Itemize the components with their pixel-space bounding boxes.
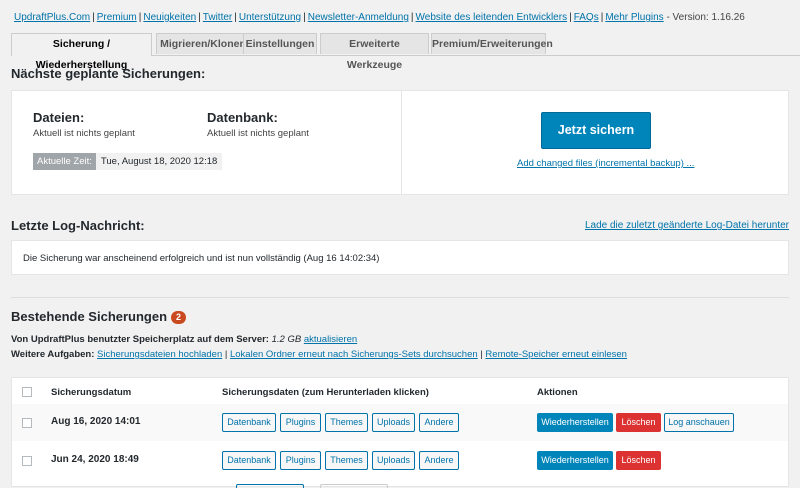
download-database-button[interactable]: Datenbank xyxy=(222,413,276,432)
version-text: - Version: 1.16.26 xyxy=(666,12,745,23)
tab-bar: Sicherung / Wiederherstellung Migrieren/… xyxy=(11,33,800,71)
section-divider xyxy=(11,297,789,298)
table-row: Jun 24, 2020 18:49 Datenbank Plugins The… xyxy=(12,442,788,479)
header-data: Sicherungsdaten (zum Herunterladen klick… xyxy=(222,387,429,398)
row-checkbox[interactable] xyxy=(22,418,32,428)
header-actions: Aktionen xyxy=(537,387,578,398)
delete-button[interactable]: Löschen xyxy=(616,413,661,432)
tab-migrate-clone[interactable]: Migrieren/Klonen xyxy=(156,33,250,54)
backups-table: Sicherungsdatum Sicherungsdaten (zum Her… xyxy=(11,377,789,488)
download-plugins-button[interactable]: Plugins xyxy=(280,413,321,432)
existing-backups-title: Bestehende Sicherungen xyxy=(11,309,168,324)
download-others-button[interactable]: Andere xyxy=(419,451,459,470)
log-panel: Die Sicherung war anscheinend erfolgreic… xyxy=(11,240,789,275)
current-time-value: Tue, August 18, 2020 12:18 xyxy=(95,153,223,170)
tab-settings[interactable]: Einstellungen xyxy=(243,33,317,54)
download-uploads-button[interactable]: Uploads xyxy=(372,413,415,432)
download-database-button[interactable]: Datenbank xyxy=(222,451,276,470)
top-links-bar: UpdraftPlus.Com | Premium | Neuigkeiten | Twit… xyxy=(14,12,745,23)
download-log-link[interactable]: Lade die zuletzt geänderte Log-Datei her… xyxy=(585,220,789,231)
scheduled-panel: Dateien: Aktuell ist nichts geplant Date… xyxy=(11,90,789,195)
current-time-badge: Aktuelle Zeit: Tue, August 18, 2020 12:1… xyxy=(33,153,223,170)
backup-now-button[interactable]: Jetzt sichern xyxy=(541,112,651,149)
link-twitter[interactable]: Twitter xyxy=(203,12,232,23)
link-lead-developer[interactable]: Website des leitenden Entwicklers xyxy=(416,12,568,23)
log-heading: Letzte Log-Nachricht: xyxy=(11,218,145,233)
view-log-button[interactable]: Log anschauen xyxy=(664,413,734,432)
restore-button[interactable]: Wiederherstellen xyxy=(537,451,613,470)
incremental-backup-link[interactable]: Add changed files (incremental backup) .… xyxy=(517,158,694,169)
tab-premium-extensions[interactable]: Premium/Erweiterungen xyxy=(431,33,553,54)
link-more-plugins[interactable]: Mehr Plugins xyxy=(605,12,663,23)
link-newsletter[interactable]: Newsletter-Anmeldung xyxy=(308,12,409,23)
backup-date: Jun 24, 2020 18:49 xyxy=(51,454,139,465)
panel-divider xyxy=(401,91,402,194)
db-status: Aktuell ist nichts geplant xyxy=(207,128,309,139)
download-uploads-button[interactable]: Uploads xyxy=(372,451,415,470)
cut-off-button[interactable] xyxy=(320,484,388,488)
download-others-button[interactable]: Andere xyxy=(419,413,459,432)
backup-date: Aug 16, 2020 14:01 xyxy=(51,416,141,427)
refresh-space-link[interactable]: aktualisieren xyxy=(304,334,357,345)
backup-count-badge: 2 xyxy=(171,311,187,324)
tab-backup-restore[interactable]: Sicherung / Wiederherstellung xyxy=(11,33,152,71)
link-faqs[interactable]: FAQs xyxy=(574,12,599,23)
cut-off-button[interactable] xyxy=(236,484,304,488)
row-checkbox[interactable] xyxy=(22,456,32,466)
scheduled-heading: Nächste geplante Sicherungen: xyxy=(11,66,206,81)
delete-button[interactable]: Löschen xyxy=(616,451,661,470)
select-all-checkbox[interactable] xyxy=(22,387,32,397)
log-message: Die Sicherung war anscheinend erfolgreic… xyxy=(23,253,380,264)
existing-backups-heading: Bestehende Sicherungen 2 xyxy=(11,309,187,324)
more-tasks-line: Weitere Aufgaben: Sicherungsdateien hoch… xyxy=(11,349,627,360)
files-heading: Dateien: xyxy=(33,110,85,125)
restore-button[interactable]: Wiederherstellen xyxy=(537,413,613,432)
tab-advanced-tools[interactable]: Erweiterte Werkzeuge xyxy=(320,33,429,71)
space-used-label: Von UpdraftPlus benutzter Speicherplatz … xyxy=(11,334,269,345)
link-premium[interactable]: Premium xyxy=(97,12,137,23)
more-tasks-label: Weitere Aufgaben: xyxy=(11,349,95,360)
download-themes-button[interactable]: Themes xyxy=(325,451,368,470)
download-themes-button[interactable]: Themes xyxy=(325,413,368,432)
upload-backup-files-link[interactable]: Sicherungsdateien hochladen xyxy=(97,349,222,360)
rescan-remote-storage-link[interactable]: Remote-Speicher erneut einlesen xyxy=(485,349,627,360)
link-news[interactable]: Neuigkeiten xyxy=(143,12,196,23)
files-status: Aktuell ist nichts geplant xyxy=(33,128,135,139)
link-updraftplus-com[interactable]: UpdraftPlus.Com xyxy=(14,12,90,23)
db-heading: Datenbank: xyxy=(207,110,278,125)
space-used-value: 1.2 GB xyxy=(271,334,302,345)
space-used-line: Von UpdraftPlus benutzter Speicherplatz … xyxy=(11,334,357,345)
header-date: Sicherungsdatum xyxy=(51,387,132,398)
rescan-local-folder-link[interactable]: Lokalen Ordner erneut nach Sicherungs-Se… xyxy=(230,349,478,360)
download-plugins-button[interactable]: Plugins xyxy=(280,451,321,470)
table-row: Aug 16, 2020 14:01 Datenbank Plugins The… xyxy=(12,404,788,441)
current-time-label: Aktuelle Zeit: xyxy=(33,153,96,170)
link-support[interactable]: Unterstützung xyxy=(239,12,301,23)
